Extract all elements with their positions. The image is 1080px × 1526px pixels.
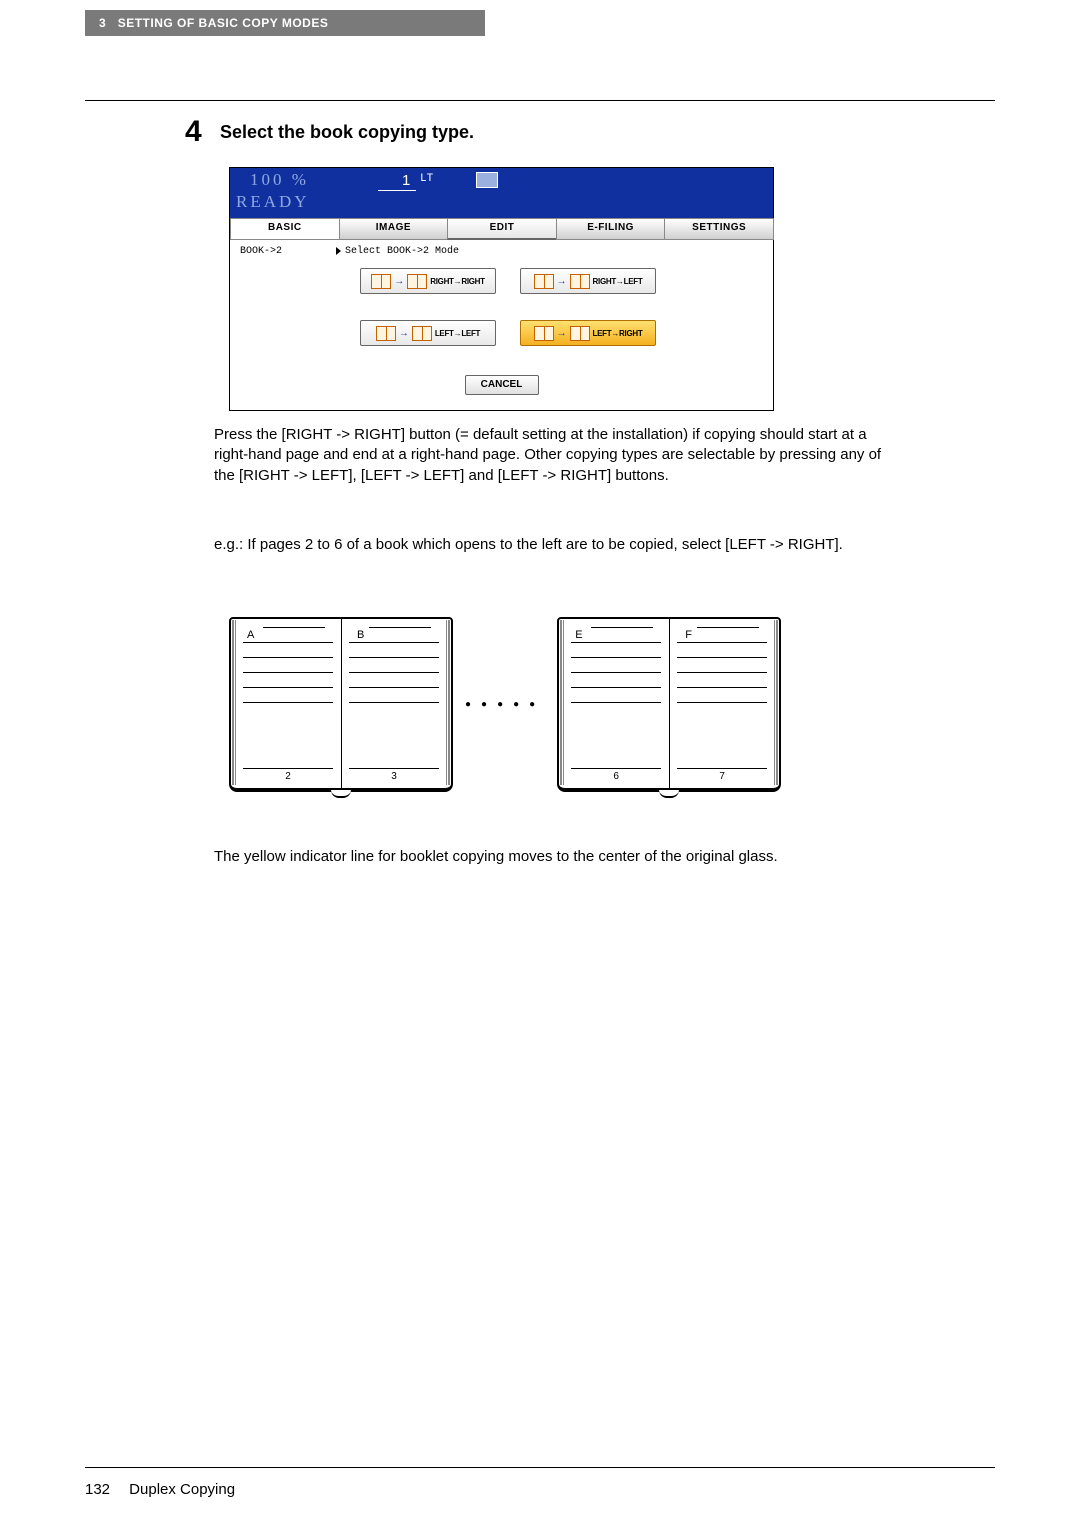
arrow-right-icon: → — [557, 276, 567, 287]
tab-basic[interactable]: BASIC — [230, 218, 340, 240]
page-number: 3 — [349, 768, 439, 782]
instruction-text-1: Press the [RIGHT -> RIGHT] button (= def… — [214, 425, 894, 486]
tab-bar: BASIC IMAGE EDIT E-FILING SETTINGS — [230, 218, 773, 240]
section-name: Duplex Copying — [129, 1481, 235, 1498]
right-to-right-button[interactable]: → RIGHT→RIGHT — [360, 268, 496, 294]
arrow-right-icon: → — [557, 328, 567, 339]
quantity-value: 1 — [378, 172, 416, 191]
book-icon — [376, 326, 396, 341]
orientation-icon — [476, 172, 498, 188]
instruction-text-2: e.g.: If pages 2 to 6 of a book which op… — [214, 535, 894, 555]
ellipsis-icon: ●●●●● — [465, 699, 545, 710]
book-icon — [371, 274, 391, 289]
page-lines — [677, 627, 767, 762]
page-number: 132 — [85, 1481, 125, 1498]
divider-top — [85, 100, 995, 101]
mode-label: RIGHT→LEFT — [593, 277, 643, 286]
mode-label: LEFT→LEFT — [435, 329, 480, 338]
screen-status-bar: 100 % READY 1 LT — [230, 168, 773, 218]
mode-path: BOOK->2 — [240, 246, 282, 257]
page-number: 7 — [677, 768, 767, 782]
page-lines — [571, 627, 661, 762]
chapter-title: SETTING OF BASIC COPY MODES — [118, 16, 329, 30]
cancel-button[interactable]: CANCEL — [465, 375, 539, 395]
tab-image[interactable]: IMAGE — [339, 218, 449, 240]
arrow-right-icon: → — [399, 328, 409, 339]
left-to-left-button[interactable]: → LEFT→LEFT — [360, 320, 496, 346]
page-number: 2 — [243, 768, 333, 782]
book-icon — [570, 274, 590, 289]
divider-bottom — [85, 1467, 995, 1468]
page-number: 6 — [571, 768, 661, 782]
chapter-header: 3 SETTING OF BASIC COPY MODES — [85, 10, 485, 36]
chevron-right-icon — [336, 247, 341, 255]
step-number: 4 — [185, 115, 202, 149]
book-icon — [412, 326, 432, 341]
mode-label: LEFT→RIGHT — [593, 329, 643, 338]
page-lines — [243, 627, 333, 762]
paper-size: LT — [420, 173, 433, 185]
book-right: E F 6 7 — [557, 617, 781, 792]
left-to-right-button[interactable]: → LEFT→RIGHT — [520, 320, 656, 346]
tab-edit[interactable]: EDIT — [447, 218, 557, 240]
book-illustration: A B 2 3 ●●●●● E F 6 7 — [229, 617, 781, 792]
screen-body: BOOK->2 Select BOOK->2 Mode → RIGHT→RIGH… — [230, 240, 773, 410]
panel-title: Select BOOK->2 Mode — [345, 246, 459, 257]
arrow-right-icon: → — [394, 276, 404, 287]
step-title: Select the book copying type. — [220, 122, 474, 143]
status-text: READY — [236, 192, 310, 212]
mode-label: RIGHT→RIGHT — [430, 277, 484, 286]
tab-efiling[interactable]: E-FILING — [556, 218, 666, 240]
chapter-number: 3 — [99, 16, 106, 30]
page-footer: 132 Duplex Copying — [85, 1481, 235, 1498]
book-icon — [570, 326, 590, 341]
copier-screen: 100 % READY 1 LT BASIC IMAGE EDIT E-FILI… — [229, 167, 774, 411]
instruction-text-3: The yellow indicator line for booklet co… — [214, 847, 894, 867]
right-to-left-button[interactable]: → RIGHT→LEFT — [520, 268, 656, 294]
zoom-value: 100 % — [250, 170, 309, 190]
page-lines — [349, 627, 439, 762]
book-icon — [407, 274, 427, 289]
book-left: A B 2 3 — [229, 617, 453, 792]
tab-settings[interactable]: SETTINGS — [664, 218, 774, 240]
book-icon — [534, 274, 554, 289]
book-icon — [534, 326, 554, 341]
